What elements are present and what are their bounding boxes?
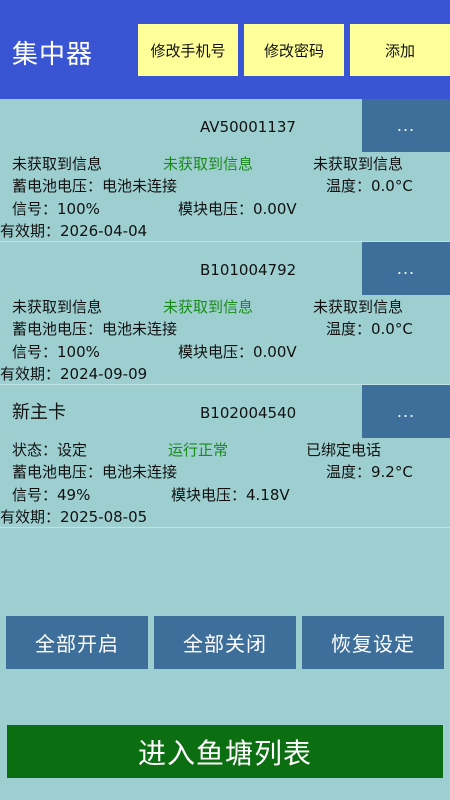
device-signal: 信号：100% (12, 343, 100, 361)
device-name: 新主卡 (12, 402, 66, 423)
device-expiry: 有效期：2025-08-05 (0, 508, 148, 526)
device-battery: 蓄电池电压：电池未连接 (12, 463, 178, 481)
enter-pond-list-button[interactable]: 进入鱼塘列表 (7, 725, 443, 778)
device-temperature: 温度：0.0°C (326, 177, 413, 195)
device-battery: 蓄电池电压：电池未连接 (12, 320, 178, 338)
device-expiry: 有效期：2026-04-04 (0, 222, 148, 240)
device-more-button[interactable]: ... (362, 99, 450, 152)
change-password-button[interactable]: 修改密码 (244, 24, 344, 76)
device-module-voltage: 模块电压：4.18V (171, 486, 290, 504)
device-status-mid: 运行正常 (168, 441, 229, 459)
all-off-button[interactable]: 全部关闭 (154, 616, 296, 669)
device-signal: 信号：49% (12, 486, 91, 504)
device-signal: 信号：100% (12, 200, 100, 218)
device-status-right: 未获取到信息 (313, 298, 404, 316)
device-status-left: 状态：设定 (12, 441, 88, 459)
app-header: 集中器 修改手机号 修改密码 添加 (0, 0, 450, 99)
device-temperature: 温度：0.0°C (326, 320, 413, 338)
device-module-voltage: 模块电压：0.00V (178, 343, 297, 361)
device-card[interactable]: ... AV50001137 未获取到信息 未获取到信息 未获取到信息 蓄电池电… (0, 99, 450, 242)
add-button[interactable]: 添加 (350, 24, 450, 76)
device-temperature: 温度：9.2°C (326, 463, 413, 481)
device-status-right: 未获取到信息 (313, 155, 404, 173)
device-status-left: 未获取到信息 (12, 298, 103, 316)
device-status-mid: 未获取到信息 (163, 155, 254, 173)
device-more-button[interactable]: ... (362, 385, 450, 438)
all-on-button[interactable]: 全部开启 (6, 616, 148, 669)
device-id: B102004540 (200, 404, 297, 422)
device-status-right: 已绑定电话 (306, 441, 382, 459)
device-card[interactable]: 新主卡 ... B102004540 状态：设定 运行正常 已绑定电话 蓄电池电… (0, 385, 450, 528)
device-battery: 蓄电池电压：电池未连接 (12, 177, 178, 195)
device-card[interactable]: ... B101004792 未获取到信息 未获取到信息 未获取到信息 蓄电池电… (0, 242, 450, 385)
device-id: B101004792 (200, 261, 297, 279)
restore-settings-button[interactable]: 恢复设定 (302, 616, 444, 669)
device-id: AV50001137 (200, 118, 296, 136)
change-phone-button[interactable]: 修改手机号 (138, 24, 238, 76)
device-status-mid: 未获取到信息 (163, 298, 254, 316)
device-module-voltage: 模块电压：0.00V (178, 200, 297, 218)
device-expiry: 有效期：2024-09-09 (0, 365, 148, 383)
device-more-button[interactable]: ... (362, 242, 450, 295)
app-title: 集中器 (12, 40, 94, 70)
device-status-left: 未获取到信息 (12, 155, 103, 173)
